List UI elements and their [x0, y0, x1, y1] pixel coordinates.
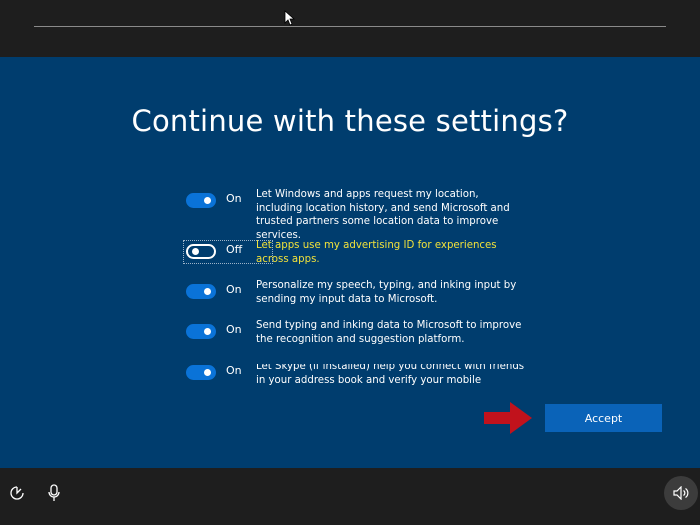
skype-toggle[interactable] — [186, 365, 216, 380]
setting-skype: On Let Skype (if installed) help you con… — [186, 364, 526, 386]
microphone-icon — [48, 484, 60, 501]
advertising-id-description: Let apps use my advertising ID for exper… — [256, 240, 497, 265]
location-toggle-state: On — [226, 192, 242, 205]
volume-button[interactable] — [664, 476, 698, 510]
speech-typing-toggle-state: On — [226, 283, 242, 296]
toggle-knob — [204, 197, 211, 204]
microphone-button[interactable] — [43, 482, 65, 504]
inking-data-toggle-state: On — [226, 323, 242, 336]
page-title: Continue with these settings? — [131, 104, 569, 138]
advertising-id-toggle-state: Off — [226, 243, 243, 256]
location-description: Let Windows and apps request my location… — [256, 189, 510, 241]
oobe-settings-panel: Continue with these settings? On Let Win… — [0, 57, 700, 468]
top-bar — [0, 0, 700, 57]
location-toggle[interactable] — [186, 193, 216, 208]
inking-data-description: Send typing and inking data to Microsoft… — [256, 320, 522, 345]
advertising-id-toggle[interactable] — [186, 244, 216, 259]
skype-description: Let Skype (if installed) help you connec… — [256, 364, 525, 386]
top-progress-line — [34, 26, 666, 27]
accept-button[interactable]: Accept — [545, 404, 662, 432]
speech-typing-toggle[interactable] — [186, 284, 216, 299]
bottom-bar — [0, 468, 700, 525]
skype-toggle-state: On — [226, 364, 242, 377]
volume-icon — [673, 486, 689, 500]
toggle-knob — [204, 369, 211, 376]
toggle-knob — [204, 328, 211, 335]
red-arrow-icon — [484, 402, 532, 434]
mouse-pointer-icon — [284, 10, 296, 26]
inking-data-toggle[interactable] — [186, 324, 216, 339]
ease-of-access-button[interactable] — [6, 482, 28, 504]
toggle-knob — [204, 288, 211, 295]
ease-of-access-icon — [10, 486, 24, 500]
speech-typing-description: Personalize my speech, typing, and inkin… — [256, 280, 517, 305]
toggle-knob — [192, 248, 199, 255]
